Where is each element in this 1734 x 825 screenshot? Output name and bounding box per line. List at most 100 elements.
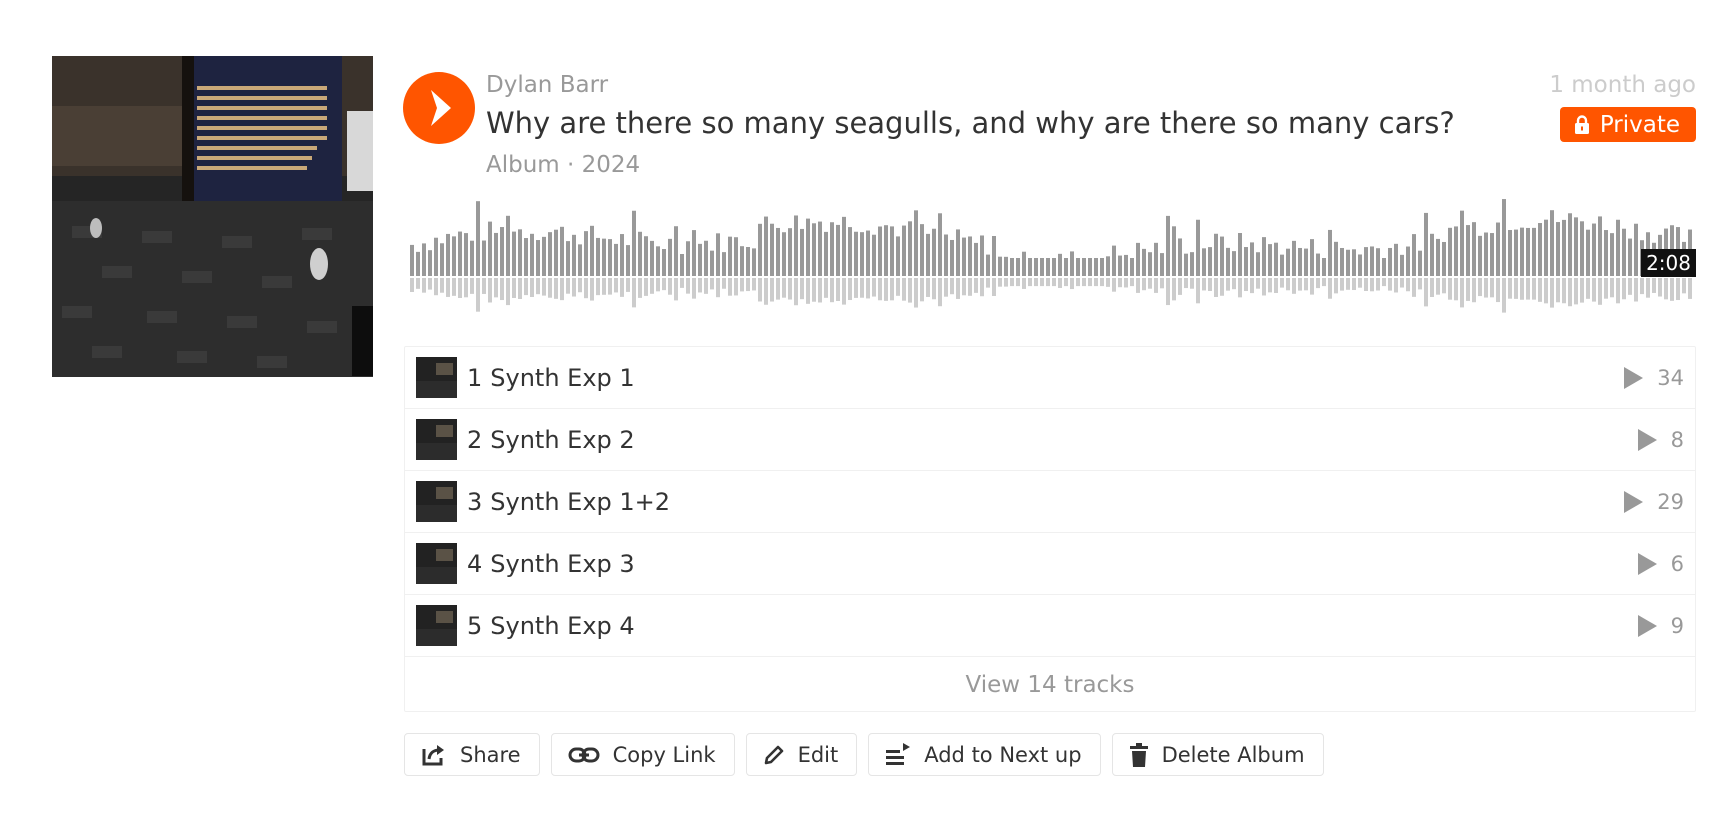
track-artwork — [416, 357, 457, 398]
waveform-reflection-bar — [1070, 278, 1074, 290]
waveform-reflection-bar — [1670, 278, 1674, 301]
waveform-bar — [1022, 251, 1026, 276]
waveform-reflection-bar — [1238, 278, 1242, 298]
waveform-bar — [1160, 253, 1164, 276]
waveform-reflection-bar — [1442, 278, 1446, 294]
waveform-reflection-bar — [866, 278, 870, 299]
view-all-tracks-link[interactable]: View 14 tracks — [405, 657, 1695, 712]
waveform-reflection-bar — [938, 278, 942, 307]
waveform-reflection-bar — [1058, 278, 1062, 288]
waveform-bar — [464, 233, 468, 276]
waveform-bar — [530, 233, 534, 276]
waveform-reflection-bar — [554, 278, 558, 299]
copy-link-button[interactable]: Copy Link — [550, 733, 735, 776]
track-title[interactable]: Synth Exp 1+2 — [490, 488, 670, 516]
waveform-reflection-bar — [464, 278, 468, 298]
waveform-reflection-bar — [1082, 278, 1086, 287]
waveform-reflection-bar — [872, 278, 876, 297]
delete-album-button-label: Delete Album — [1161, 742, 1305, 767]
waveform-bar — [512, 231, 516, 276]
waveform-reflection-bar — [1514, 278, 1518, 299]
waveform-reflection-bar — [818, 278, 822, 303]
waveform-reflection-bar — [1172, 278, 1176, 301]
waveform-reflection-bar — [1190, 278, 1194, 289]
waveform-bar — [494, 232, 498, 276]
waveform-bar — [698, 243, 702, 276]
track-row[interactable]: 2 Synth Exp 2 8 — [405, 409, 1695, 471]
album-artwork[interactable] — [52, 56, 373, 377]
waveform-bar — [416, 251, 420, 276]
waveform-reflection-bar — [1202, 278, 1206, 291]
waveform-bar — [734, 237, 738, 276]
track-row[interactable]: 4 Synth Exp 3 6 — [405, 533, 1695, 595]
waveform-reflection-bar — [980, 278, 984, 297]
waveform-reflection-bar — [1310, 278, 1314, 295]
album-title[interactable]: Why are there so many seagulls, and why … — [486, 106, 1455, 140]
track-title[interactable]: Synth Exp 3 — [490, 550, 634, 578]
waveform-reflection-bar — [578, 278, 582, 293]
track-row[interactable]: 1 Synth Exp 1 34 — [405, 347, 1695, 409]
waveform-reflection-bar — [1610, 278, 1614, 298]
waveform-reflection-bar — [1580, 278, 1584, 303]
private-badge[interactable]: Private — [1559, 107, 1696, 142]
waveform-reflection-bar — [560, 278, 564, 301]
waveform-reflection-bar — [1550, 278, 1554, 308]
waveform-reflection-bar — [1094, 278, 1098, 287]
waveform-reflection-bar — [1184, 278, 1188, 289]
waveform-reflection-bar — [1682, 278, 1686, 294]
waveform-bar — [1556, 222, 1560, 276]
waveform-reflection-bar — [1004, 278, 1008, 287]
waveform-bar — [1628, 238, 1632, 276]
waveform-reflection-bar — [632, 278, 636, 308]
copy-link-button-label: Copy Link — [612, 742, 716, 767]
delete-album-button[interactable]: Delete Album — [1111, 733, 1324, 776]
track-title[interactable]: Synth Exp 2 — [490, 426, 634, 454]
waveform-bar — [1124, 254, 1128, 276]
track-row[interactable]: 5 Synth Exp 4 9 — [405, 595, 1695, 657]
waveform-reflection-bar — [1244, 278, 1248, 292]
waveform-reflection-bar — [680, 278, 684, 288]
waveform-bar — [686, 241, 690, 276]
waveform-bar — [806, 218, 810, 276]
waveform-reflection-bar — [440, 278, 444, 293]
waveform-bar — [1514, 229, 1518, 276]
edit-button[interactable]: Edit — [745, 733, 858, 776]
artist-name[interactable]: Dylan Barr — [486, 72, 608, 98]
waveform-bar — [596, 237, 600, 276]
waveform-reflection-bar — [1076, 278, 1080, 287]
waveform-bar — [1376, 248, 1380, 276]
waveform-bar — [1142, 248, 1146, 276]
track-title[interactable]: Synth Exp 4 — [490, 612, 634, 640]
waveform-bar — [1436, 238, 1440, 276]
waveform-reflection-bar — [800, 278, 804, 300]
waveform-bar — [746, 247, 750, 276]
track-title[interactable]: Synth Exp 1 — [490, 364, 634, 392]
waveform-bar — [1220, 236, 1224, 276]
waveform-bar — [926, 233, 930, 276]
track-play-count: 34 — [1624, 347, 1684, 409]
play-count-icon — [1637, 553, 1657, 575]
waveform-bar — [1304, 248, 1308, 276]
play-button[interactable] — [403, 72, 475, 144]
add-to-next-up-button[interactable]: Add to Next up — [868, 733, 1101, 776]
waveform-reflection-bar — [410, 278, 414, 292]
track-row[interactable]: 3 Synth Exp 1+2 29 — [405, 471, 1695, 533]
waveform-bar — [1088, 258, 1092, 276]
waveform-reflection-bar — [1340, 278, 1344, 291]
share-button-label: Share — [460, 742, 521, 767]
waveform-bar — [908, 221, 912, 276]
waveform-bar — [1250, 242, 1254, 276]
waveform-bar — [1394, 243, 1398, 276]
waveform-bar — [650, 240, 654, 276]
waveform-reflection-bar — [1574, 278, 1578, 305]
share-button[interactable]: Share — [404, 733, 540, 776]
waveform-reflection-bar — [1100, 278, 1104, 287]
waveform-bar — [1280, 254, 1284, 276]
waveform-bar — [524, 238, 528, 276]
waveform-bar — [644, 236, 648, 276]
waveform-reflection-bar — [1154, 278, 1158, 293]
waveform-bar — [1190, 252, 1194, 276]
waveform[interactable] — [410, 196, 1695, 314]
track-play-count: 8 — [1637, 409, 1684, 471]
waveform-bar — [1052, 258, 1056, 276]
